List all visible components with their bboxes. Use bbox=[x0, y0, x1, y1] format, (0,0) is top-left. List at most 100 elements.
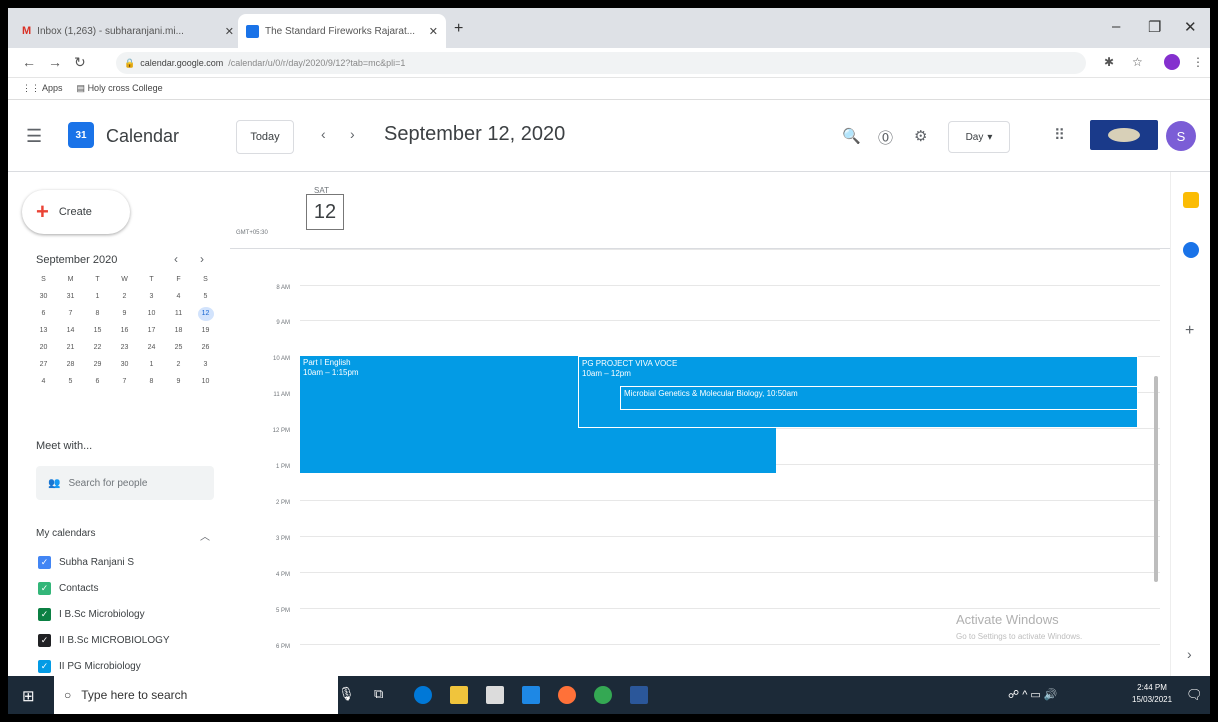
chrome-icon[interactable] bbox=[594, 686, 612, 704]
mini-day[interactable]: 17 bbox=[138, 324, 165, 338]
url-field[interactable]: 🔒 calendar.google.com/calendar/u/0/r/day… bbox=[116, 52, 1086, 74]
mail-icon[interactable] bbox=[522, 686, 540, 704]
keep-icon[interactable] bbox=[1183, 192, 1199, 208]
checkbox-icon[interactable]: ✓ bbox=[38, 634, 51, 647]
main-menu-icon[interactable]: ☰ bbox=[26, 126, 42, 147]
today-button[interactable]: Today bbox=[236, 120, 294, 154]
reload-icon[interactable]: ↻ bbox=[74, 54, 86, 71]
mini-day[interactable]: 30 bbox=[30, 290, 57, 304]
mini-day[interactable]: 8 bbox=[138, 375, 165, 389]
search-people-input[interactable]: 👥 Search for people bbox=[36, 466, 214, 500]
new-tab-icon[interactable]: + bbox=[454, 20, 463, 38]
word-icon[interactable] bbox=[630, 686, 648, 704]
checkbox-icon[interactable]: ✓ bbox=[38, 582, 51, 595]
view-selector[interactable]: Day ▾ bbox=[948, 121, 1010, 153]
taskbar-clock[interactable]: 2:44 PM 15/03/2021 bbox=[1132, 682, 1172, 706]
settings-gear-icon[interactable]: ⚙ bbox=[914, 127, 927, 145]
close-icon[interactable]: ✕ bbox=[225, 25, 234, 38]
mini-day[interactable]: 3 bbox=[138, 290, 165, 304]
mini-day[interactable]: 9 bbox=[111, 307, 138, 321]
mini-day[interactable]: 7 bbox=[111, 375, 138, 389]
mini-day[interactable]: 27 bbox=[30, 358, 57, 372]
mini-day[interactable]: 6 bbox=[84, 375, 111, 389]
mini-day[interactable]: 14 bbox=[57, 324, 84, 338]
back-icon[interactable]: ← bbox=[22, 54, 36, 70]
tasks-icon[interactable] bbox=[1183, 242, 1199, 258]
mini-day[interactable]: 25 bbox=[165, 341, 192, 355]
mini-day[interactable]: 30 bbox=[111, 358, 138, 372]
mini-day[interactable]: 8 bbox=[84, 307, 111, 321]
mini-day[interactable]: 18 bbox=[165, 324, 192, 338]
mini-day[interactable]: 5 bbox=[192, 290, 219, 304]
calendar-item[interactable]: ✓ Subha Ranjani S bbox=[38, 556, 134, 569]
calendar-item[interactable]: ✓ Contacts bbox=[38, 582, 98, 595]
google-apps-icon[interactable]: ⠿ bbox=[1054, 126, 1065, 144]
vertical-scrollbar[interactable] bbox=[1154, 376, 1158, 582]
event-block[interactable]: Microbial Genetics & Molecular Biology, … bbox=[620, 386, 1138, 410]
mini-day[interactable]: 23 bbox=[111, 341, 138, 355]
mini-day[interactable]: 4 bbox=[165, 290, 192, 304]
mini-day[interactable]: 10 bbox=[192, 375, 219, 389]
mini-day[interactable]: 26 bbox=[192, 341, 219, 355]
checkbox-icon[interactable]: ✓ bbox=[38, 660, 51, 673]
mini-day[interactable]: 1 bbox=[84, 290, 111, 304]
mini-day[interactable]: 19 bbox=[192, 324, 219, 338]
mini-day[interactable]: 2 bbox=[165, 358, 192, 372]
tab-calendar[interactable]: The Standard Fireworks Rajarat... ✕ bbox=[238, 14, 446, 48]
prev-day-icon[interactable]: ‹ bbox=[321, 126, 326, 142]
mini-day[interactable]: 1 bbox=[138, 358, 165, 372]
mini-day[interactable]: 29 bbox=[84, 358, 111, 372]
calendar-item[interactable]: ✓ II PG Microbiology bbox=[38, 660, 141, 673]
notification-icon[interactable]: 🗨 bbox=[1186, 687, 1203, 703]
calendar-item[interactable]: ✓ I B.Sc Microbiology bbox=[38, 608, 145, 621]
restore-icon[interactable]: ❐ bbox=[1148, 18, 1161, 36]
mini-day[interactable]: 22 bbox=[84, 341, 111, 355]
create-button[interactable]: + Create bbox=[22, 190, 130, 234]
system-tray-icons[interactable]: ☍ ^ ▭ 🔊 bbox=[1008, 688, 1058, 701]
firefox-icon[interactable] bbox=[558, 686, 576, 704]
my-calendars-title[interactable]: My calendars bbox=[36, 528, 95, 539]
forward-icon[interactable]: → bbox=[48, 54, 62, 70]
avatar[interactable]: S bbox=[1166, 121, 1196, 151]
minimize-icon[interactable]: – bbox=[1112, 18, 1120, 35]
microphone-icon[interactable]: 🎙 bbox=[338, 686, 355, 702]
mini-day[interactable]: 15 bbox=[84, 324, 111, 338]
mini-day[interactable]: 16 bbox=[111, 324, 138, 338]
mini-day[interactable]: 11 bbox=[165, 307, 192, 321]
expand-panel-icon[interactable]: › bbox=[1187, 646, 1192, 662]
mini-next-month-icon[interactable]: › bbox=[200, 252, 204, 266]
mini-day[interactable]: 31 bbox=[57, 290, 84, 304]
profile-icon[interactable] bbox=[1164, 54, 1180, 70]
star-icon[interactable]: ☆ bbox=[1132, 55, 1143, 69]
task-view-icon[interactable]: ⧉ bbox=[374, 686, 383, 702]
mini-day[interactable]: 9 bbox=[165, 375, 192, 389]
store-icon[interactable] bbox=[486, 686, 504, 704]
next-day-icon[interactable]: › bbox=[350, 126, 355, 142]
mini-day[interactable]: 13 bbox=[30, 324, 57, 338]
mini-day[interactable]: 28 bbox=[57, 358, 84, 372]
taskbar-search[interactable]: ○ Type here to search bbox=[54, 676, 338, 714]
mini-day[interactable]: 24 bbox=[138, 341, 165, 355]
file-explorer-icon[interactable] bbox=[450, 686, 468, 704]
mini-day[interactable]: 12 bbox=[197, 307, 214, 321]
windows-start-icon[interactable]: ⊞ bbox=[22, 687, 38, 705]
add-addon-icon[interactable]: + bbox=[1185, 322, 1194, 340]
mini-day[interactable]: 5 bbox=[57, 375, 84, 389]
mini-prev-month-icon[interactable]: ‹ bbox=[174, 252, 178, 266]
organization-logo[interactable] bbox=[1090, 120, 1158, 150]
bookmark-apps[interactable]: ⋮⋮ Apps bbox=[22, 83, 63, 94]
bookmark-holy-cross[interactable]: ▤ Holy cross College bbox=[77, 83, 163, 94]
mini-day[interactable]: 21 bbox=[57, 341, 84, 355]
search-icon[interactable]: 🔍 bbox=[842, 127, 861, 145]
extension-icon[interactable]: ✱ bbox=[1104, 55, 1114, 69]
day-number[interactable]: 12 bbox=[306, 194, 344, 230]
mini-day[interactable]: 6 bbox=[30, 307, 57, 321]
checkbox-icon[interactable]: ✓ bbox=[38, 608, 51, 621]
window-close-icon[interactable]: ✕ bbox=[1184, 18, 1197, 36]
help-icon[interactable]: ⓪ bbox=[878, 127, 893, 148]
mini-day[interactable]: 4 bbox=[30, 375, 57, 389]
mini-day[interactable]: 20 bbox=[30, 341, 57, 355]
menu-dots-icon[interactable]: ⋮ bbox=[1192, 55, 1204, 69]
mini-day[interactable]: 3 bbox=[192, 358, 219, 372]
checkbox-icon[interactable]: ✓ bbox=[38, 556, 51, 569]
